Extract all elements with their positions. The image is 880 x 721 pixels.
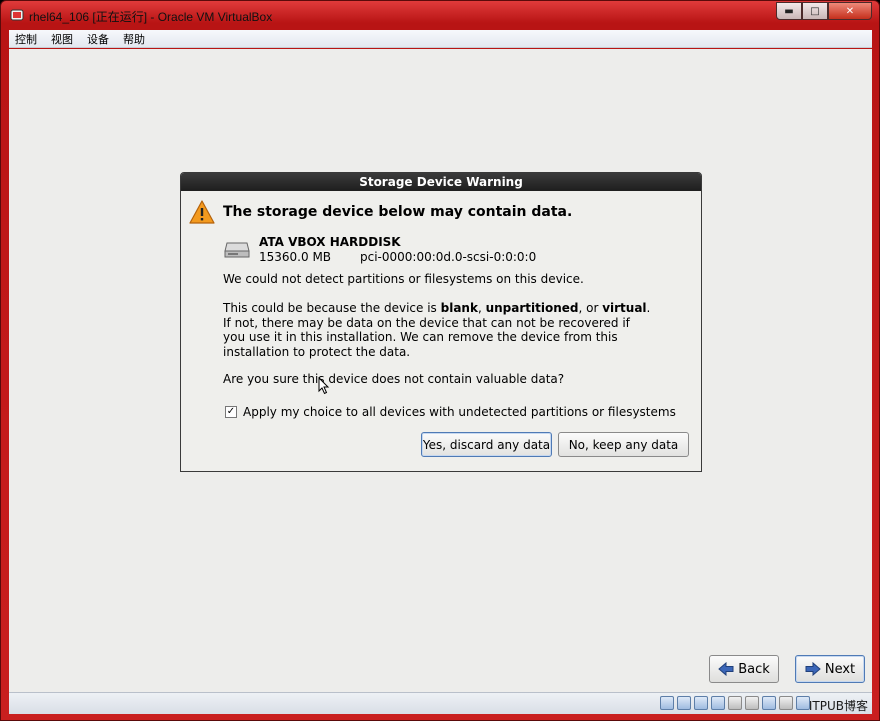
back-button[interactable]: Back — [709, 655, 779, 683]
back-label: Back — [738, 661, 770, 677]
minimize-button[interactable]: ▬ — [776, 2, 802, 20]
hard-disk-status-icon[interactable] — [660, 696, 674, 710]
virtualbox-app-icon — [10, 9, 24, 21]
status-icons — [660, 696, 810, 710]
next-button[interactable]: Next — [795, 655, 865, 683]
mouse-pointer-icon — [318, 377, 330, 395]
shared-folders-status-icon[interactable] — [711, 696, 725, 710]
no-keep-button[interactable]: No, keep any data — [558, 432, 689, 457]
display-status-icon[interactable] — [728, 696, 742, 710]
device-size: 15360.0 MB — [259, 250, 332, 264]
device-path: pci-0000:00:0d.0-scsi-0:0:0:0 — [360, 250, 537, 264]
menu-devices[interactable]: 设备 — [87, 31, 109, 47]
explanation-sep2: , or — [578, 301, 603, 315]
optical-drive-status-icon[interactable] — [677, 696, 691, 710]
confirm-question: Are you sure this device does not contai… — [223, 372, 565, 386]
device-name: ATA VBOX HARDDISK — [259, 235, 401, 249]
usb-status-icon[interactable] — [694, 696, 708, 710]
apply-choice-checkbox[interactable]: ✓ — [225, 406, 237, 418]
apply-choice-label[interactable]: Apply my choice to all devices with unde… — [243, 405, 676, 419]
no-partitions-message: We could not detect partitions or filesy… — [223, 272, 584, 286]
arrow-left-icon — [718, 662, 734, 676]
network-status-icon[interactable] — [745, 696, 759, 710]
dialog-heading: The storage device below may contain dat… — [223, 204, 573, 220]
vbox-statusbar: ITPUB博客 — [9, 692, 872, 714]
vbox-menubar: 控制 视图 设备 帮助 — [9, 30, 872, 48]
close-button[interactable]: ✕ — [828, 2, 872, 20]
menu-control[interactable]: 控制 — [15, 31, 37, 47]
menu-help[interactable]: 帮助 — [123, 31, 145, 47]
warning-icon — [189, 200, 215, 224]
apply-choice-row[interactable]: ✓ Apply my choice to all devices with un… — [225, 405, 676, 419]
explanation-message: This could be because the device is blan… — [223, 301, 653, 359]
word-unpartitioned: unpartitioned — [485, 301, 579, 315]
word-blank: blank — [440, 301, 478, 315]
yes-discard-button[interactable]: Yes, discard any data — [421, 432, 552, 457]
maximize-button[interactable]: □ — [802, 2, 828, 20]
window-title: rhel64_106 [正在运行] - Oracle VM VirtualBox — [29, 10, 273, 24]
menu-view[interactable]: 视图 — [51, 31, 73, 47]
title-bar[interactable]: rhel64_106 [正在运行] - Oracle VM VirtualBox… — [1, 1, 879, 29]
window-controls: ▬ □ ✕ — [776, 2, 872, 21]
guest-screen[interactable]: Storage Device Warning The storage devic… — [9, 49, 872, 692]
explanation-prefix: This could be because the device is — [223, 301, 441, 315]
watermark: ITPUB博客 — [808, 699, 868, 713]
hard-disk-icon — [224, 242, 250, 258]
dialog-title: Storage Device Warning — [181, 173, 701, 191]
storage-warning-dialog: Storage Device Warning The storage devic… — [180, 172, 702, 472]
next-label: Next — [824, 661, 856, 677]
word-virtual: virtual — [602, 301, 647, 315]
virtualbox-window: rhel64_106 [正在运行] - Oracle VM VirtualBox… — [0, 0, 880, 721]
virtualization-status-icon[interactable] — [762, 696, 776, 710]
arrow-right-icon — [805, 662, 821, 676]
mouse-integration-status-icon[interactable] — [779, 696, 793, 710]
explanation-sep1: , — [477, 301, 486, 315]
